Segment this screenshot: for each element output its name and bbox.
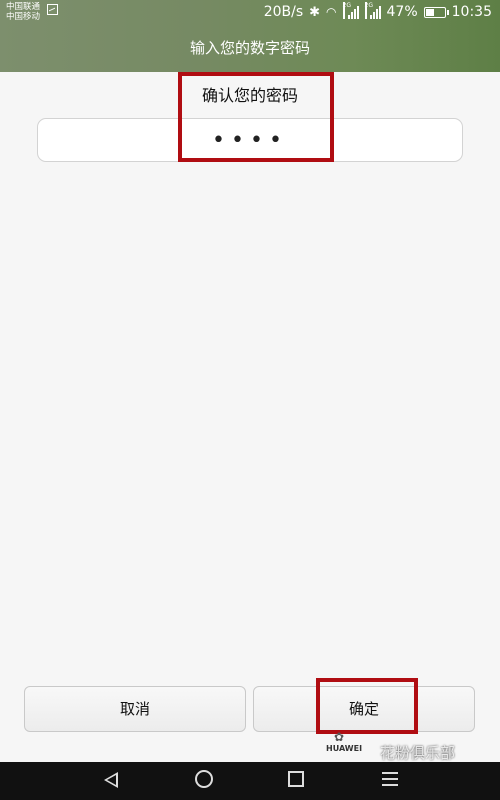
huawei-logo-text: HUAWEI (326, 744, 363, 753)
page-title: 输入您的数字密码 (189, 39, 310, 57)
status-indicators: 20B/s ✱ ◠ 2G 2G 47% 10:35 (263, 2, 492, 21)
back-icon[interactable] (104, 772, 118, 788)
huawei-logo-icon: ✿ (334, 730, 345, 744)
top-bar: 中国联通 中国移动 20B/s ✱ ◠ 2G 2G 47% 10:35 输入您的… (0, 0, 500, 72)
carrier-2: 中国移动 (6, 12, 41, 22)
signal-icon-2: 2G (364, 2, 381, 19)
bluetooth-icon: ✱ (309, 4, 321, 20)
pin-prompt: 确认您的密码 (201, 86, 298, 105)
wifi-icon: ◠ (326, 5, 337, 19)
gallery-notification-icon (47, 4, 58, 15)
status-bar: 中国联通 中国移动 20B/s ✱ ◠ 2G 2G 47% 10:35 (0, 0, 500, 26)
pin-input[interactable]: •••• (37, 118, 463, 162)
battery-percent: 47% (386, 4, 418, 20)
battery-icon (423, 6, 449, 18)
watermark: 花粉俱乐部 (380, 744, 456, 762)
cancel-button[interactable]: 取消 (24, 686, 246, 732)
navigation-bar (0, 762, 500, 800)
signal-icon-1: 2G (342, 2, 359, 19)
net-speed: 20B/s (263, 4, 304, 20)
carrier-1: 中国联通 (6, 2, 41, 12)
home-icon[interactable] (195, 770, 213, 788)
confirm-button[interactable]: 确定 (253, 686, 475, 732)
carrier-labels: 中国联通 中国移动 (6, 2, 40, 22)
menu-icon[interactable] (382, 772, 398, 790)
clock: 10:35 (451, 4, 492, 20)
recent-apps-icon[interactable] (288, 771, 304, 787)
